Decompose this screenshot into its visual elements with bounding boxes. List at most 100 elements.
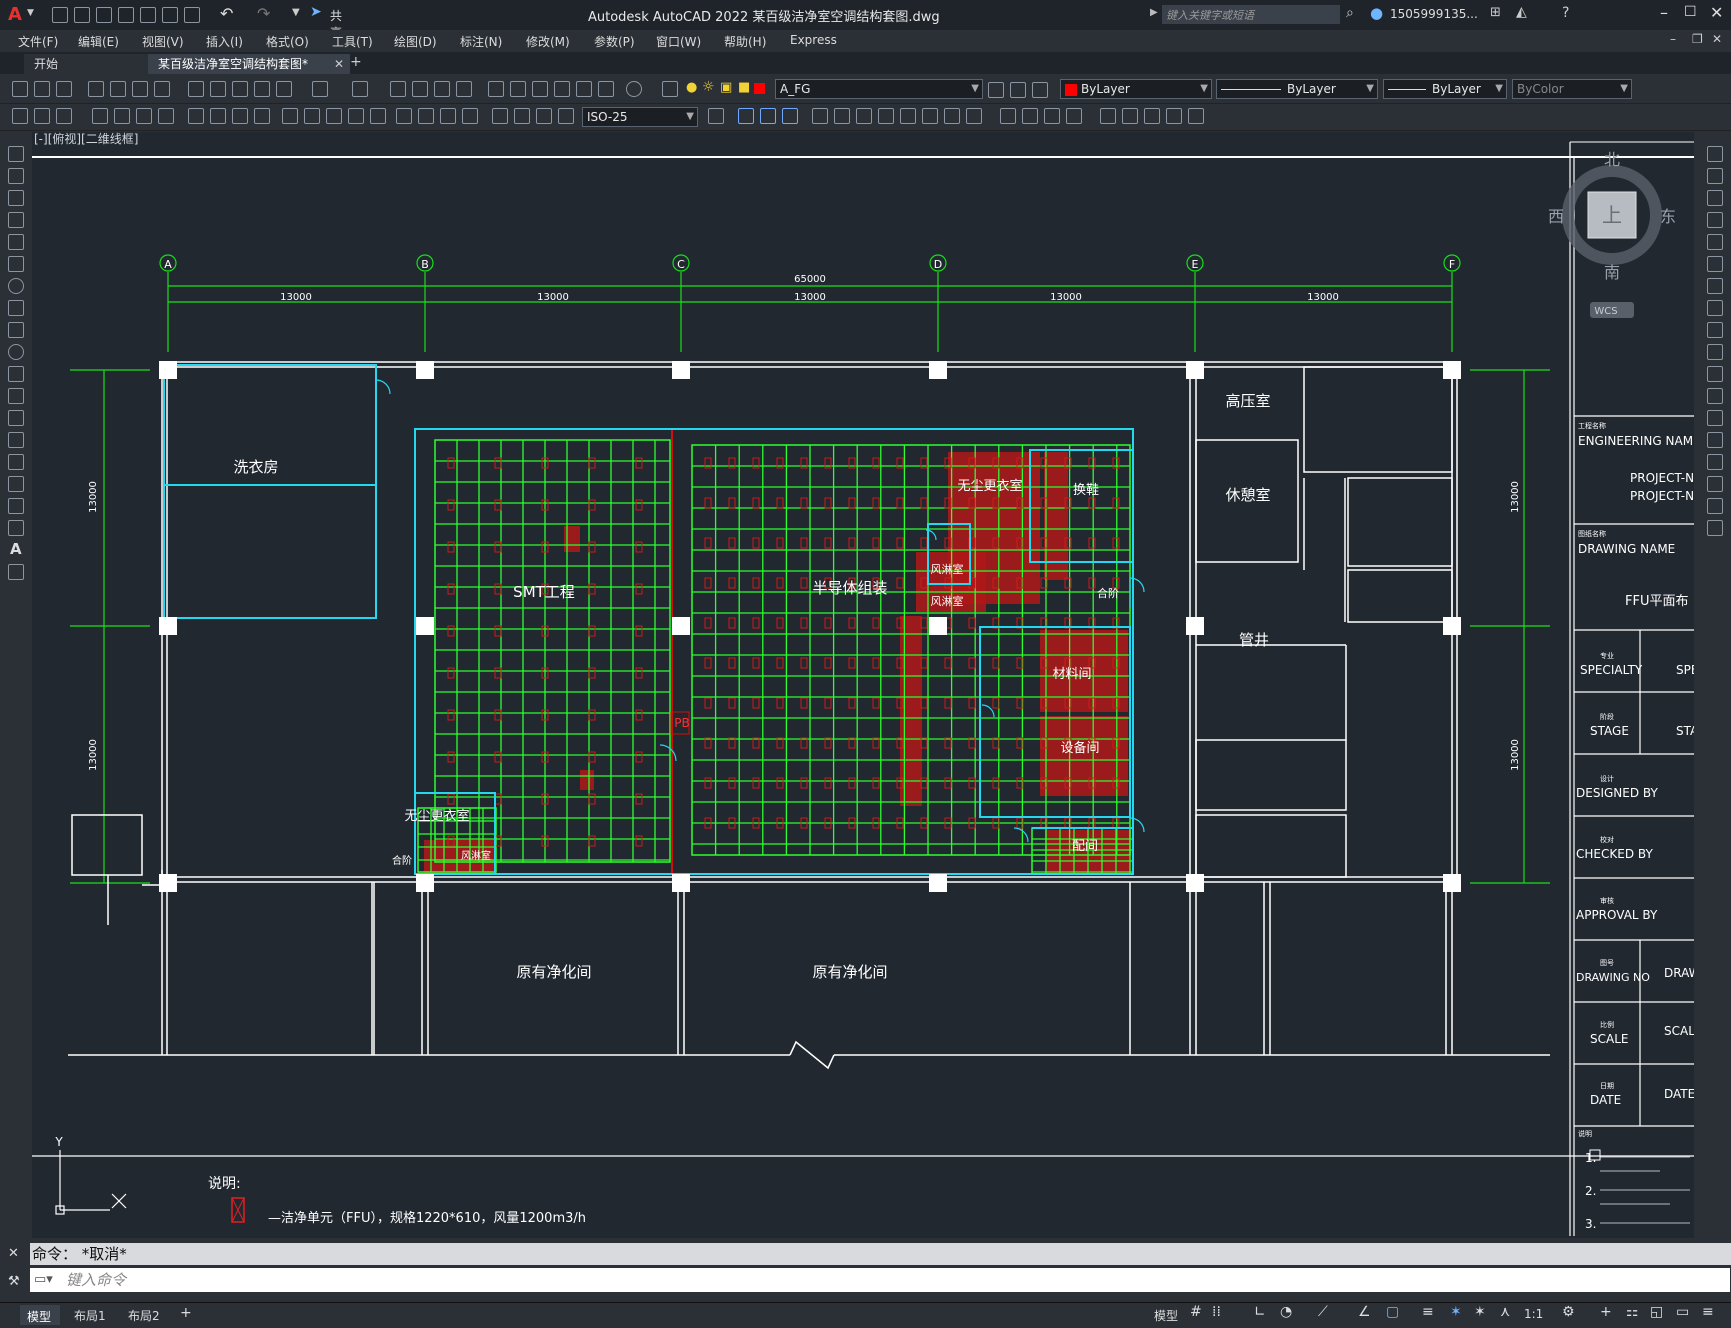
break-icon[interactable]	[944, 108, 960, 124]
pan-icon[interactable]	[390, 81, 406, 97]
jogged-icon[interactable]	[210, 108, 226, 124]
open-web-icon[interactable]	[140, 7, 156, 23]
move-icon[interactable]	[812, 108, 828, 124]
quick-dimension-icon[interactable]	[282, 108, 298, 124]
move-icon[interactable]	[1707, 256, 1723, 272]
spline-icon[interactable]	[8, 322, 24, 338]
object-snap-icon[interactable]: ▢	[1386, 1304, 1399, 1320]
undo-icon[interactable]: ↶	[220, 4, 233, 23]
explode-icon[interactable]	[1044, 108, 1060, 124]
lineweight-icon[interactable]: ≡	[1422, 1304, 1434, 1320]
lightbulb-icon[interactable]: ●	[686, 80, 697, 95]
cart-icon[interactable]: ⊞	[1490, 5, 1501, 20]
search-expand-icon[interactable]: ▶	[1150, 7, 1158, 18]
insert-block-icon[interactable]	[8, 388, 24, 404]
explode-icon[interactable]	[1707, 520, 1723, 536]
stretch-icon[interactable]	[878, 108, 894, 124]
lineweight-combo[interactable]: ByLayer ▼	[1383, 79, 1507, 99]
menu-insert[interactable]: 插入(I)	[206, 33, 243, 50]
menu-dimension[interactable]: 标注(N)	[460, 33, 502, 50]
layer-previous-icon[interactable]	[1010, 82, 1026, 98]
compass-west[interactable]: 西	[1548, 207, 1564, 226]
viewcube[interactable]: 上 北 南 东 西 WCS	[1548, 150, 1676, 318]
redo-icon[interactable]	[352, 81, 368, 97]
scale-icon[interactable]	[1707, 300, 1723, 316]
rotate-icon[interactable]	[1707, 278, 1723, 294]
array-icon[interactable]	[1707, 234, 1723, 250]
make-current-icon[interactable]	[988, 82, 1004, 98]
ortho-icon[interactable]: ∟	[1254, 1304, 1266, 1320]
fillet-icon[interactable]	[1707, 476, 1723, 492]
grid-icon[interactable]: #	[1190, 1304, 1202, 1320]
text-style-icon[interactable]	[56, 108, 72, 124]
minimize-button[interactable]: –	[1660, 3, 1668, 22]
dim-space-icon[interactable]	[348, 108, 364, 124]
center-mark-icon[interactable]	[418, 108, 434, 124]
user-name[interactable]: 1505999135...	[1390, 7, 1478, 21]
extend-icon[interactable]	[922, 108, 938, 124]
make-block-icon[interactable]	[1122, 108, 1138, 124]
redo-icon[interactable]: ↷	[257, 4, 270, 23]
image-icon[interactable]	[1188, 108, 1204, 124]
dim-text-edit-icon[interactable]	[514, 108, 530, 124]
table-style-icon[interactable]	[12, 108, 28, 124]
angular-icon[interactable]	[254, 108, 270, 124]
polar-icon[interactable]: ◔	[1280, 1304, 1292, 1320]
maximize-button[interactable]: ☐	[1684, 4, 1697, 20]
menu-express[interactable]: Express	[790, 33, 837, 47]
menu-draw[interactable]: 绘图(D)	[394, 33, 437, 50]
zoom-window-icon[interactable]	[434, 81, 450, 97]
linetype-combo[interactable]: ByLayer ▼	[1216, 79, 1378, 99]
sheet-set-icon[interactable]	[554, 81, 570, 97]
dim-style-manager-icon[interactable]	[708, 108, 724, 124]
layout-tab-1[interactable]: 布局1	[74, 1307, 106, 1324]
menu-window[interactable]: 窗口(W)	[656, 33, 701, 50]
baseline-icon[interactable]	[304, 108, 320, 124]
radius-icon[interactable]	[188, 108, 204, 124]
menu-format[interactable]: 格式(O)	[266, 33, 309, 50]
array-icon[interactable]	[1066, 108, 1082, 124]
scale-icon[interactable]	[856, 108, 872, 124]
close-icon[interactable]: ✕	[8, 1246, 19, 1261]
diameter-icon[interactable]	[232, 108, 248, 124]
command-input[interactable]: ▭▾ 键入命令	[30, 1268, 1730, 1292]
save-as-icon[interactable]	[118, 7, 134, 23]
layer-combo[interactable]: A_FG ▼	[775, 79, 983, 99]
help-icon[interactable]: ?	[1562, 5, 1569, 21]
copy-icon[interactable]	[1707, 168, 1723, 184]
search-icon[interactable]: ⌕	[1346, 5, 1354, 21]
isolate-objects-icon[interactable]: ◱	[1650, 1304, 1663, 1320]
menu-edit[interactable]: 编辑(E)	[78, 33, 119, 50]
continue-icon[interactable]	[326, 108, 342, 124]
zoom-previous-icon[interactable]	[456, 81, 472, 97]
insert-block-icon[interactable]	[1100, 108, 1116, 124]
point-icon[interactable]	[8, 432, 24, 448]
auto-scale-icon[interactable]: ✶	[1474, 1304, 1486, 1320]
dim-style-icon[interactable]	[558, 108, 574, 124]
application-menu-button[interactable]: A	[8, 4, 22, 25]
copy-object-icon[interactable]	[738, 108, 754, 124]
sun-icon[interactable]: ☼	[702, 79, 715, 95]
zoom-realtime-icon[interactable]	[412, 81, 428, 97]
design-center-icon[interactable]	[510, 81, 526, 97]
layout-tab-model[interactable]: 模型	[20, 1305, 60, 1325]
dim-break-icon[interactable]	[370, 108, 386, 124]
menu-tools[interactable]: 工具(T)	[332, 33, 373, 50]
paste-icon[interactable]	[232, 81, 248, 97]
chamfer-icon[interactable]	[1707, 454, 1723, 470]
dim-update-icon[interactable]	[536, 108, 552, 124]
ellipse-arc-icon[interactable]	[8, 366, 24, 382]
lock-icon[interactable]: ■	[738, 80, 750, 95]
compass-north[interactable]: 北	[1604, 150, 1620, 169]
customize-icon[interactable]: ▼	[292, 7, 300, 18]
ordinate-icon[interactable]	[158, 108, 174, 124]
add-selected-icon[interactable]	[8, 564, 24, 580]
annotation-scale-icon[interactable]: ⋏	[1500, 1304, 1510, 1320]
blend-icon[interactable]	[1707, 498, 1723, 514]
undo-icon[interactable]	[312, 81, 328, 97]
search-input[interactable]: 键入关键字或短语	[1162, 5, 1340, 24]
join-icon[interactable]	[966, 108, 982, 124]
gradient-icon[interactable]	[8, 476, 24, 492]
polyline-icon[interactable]	[8, 190, 24, 206]
doc-minimize-button[interactable]: –	[1670, 32, 1676, 46]
